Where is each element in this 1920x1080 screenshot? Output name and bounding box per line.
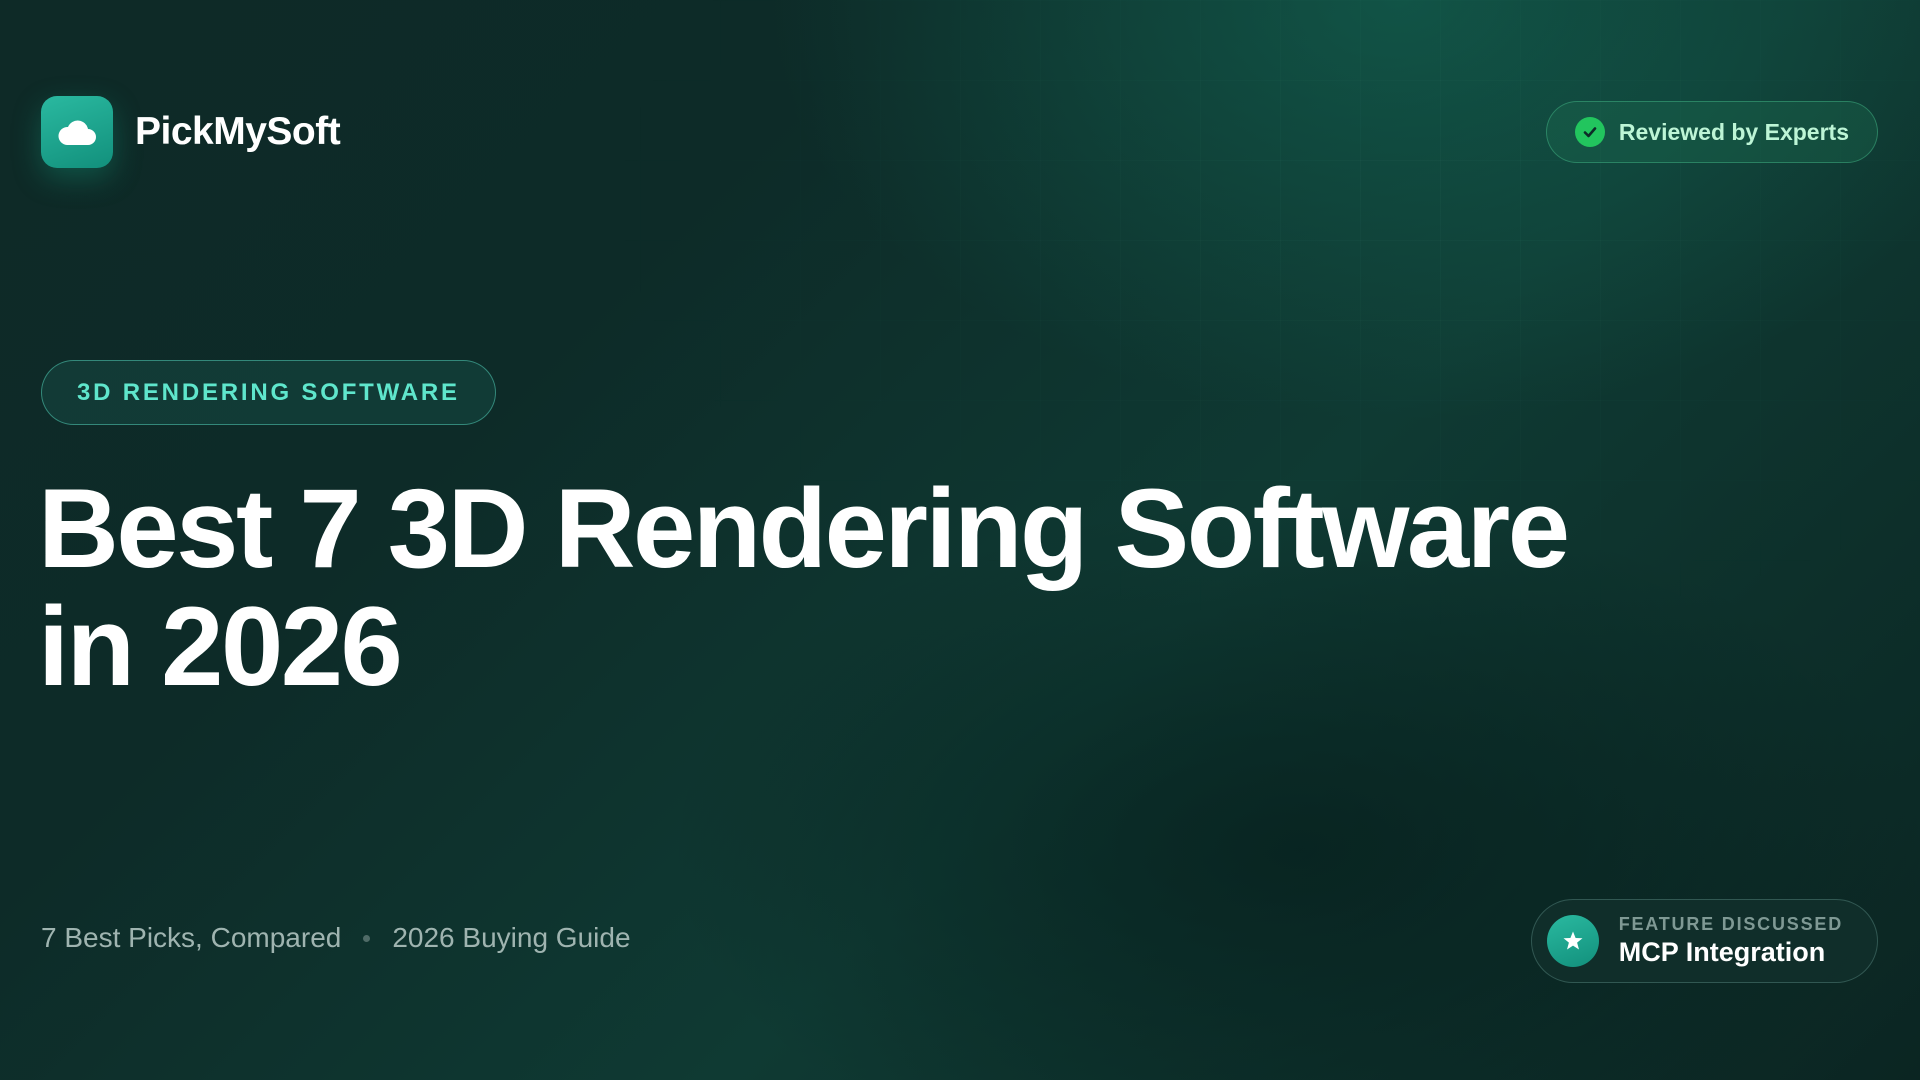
title-line-1: Best 7 3D Rendering Software [38, 466, 1570, 591]
reviewed-label: Reviewed by Experts [1618, 118, 1849, 145]
brand: PickMySoft [41, 96, 341, 168]
meta-line: 7 Best Picks, Compared 2026 Buying Guide [41, 922, 631, 954]
feature-pill: FEATURE DISCUSSED MCP Integration [1530, 899, 1878, 983]
category-label: 3D RENDERING SOFTWARE [77, 378, 460, 406]
meta-item-picks: 7 Best Picks, Compared [41, 922, 342, 953]
reviewed-badge: Reviewed by Experts [1545, 101, 1878, 163]
feature-kicker: FEATURE DISCUSSED [1618, 914, 1843, 934]
category-pill: 3D RENDERING SOFTWARE [41, 360, 496, 425]
cloud-icon [41, 96, 113, 168]
meta-item-guide: 2026 Buying Guide [392, 922, 631, 953]
check-circle-icon [1574, 117, 1605, 147]
page-title: Best 7 3D Rendering Software in 2026 [38, 470, 1738, 706]
separator-dot [363, 934, 371, 942]
feature-value: MCP Integration [1618, 937, 1826, 967]
brand-name: PickMySoft [135, 110, 341, 153]
title-line-2: in 2026 [38, 584, 403, 709]
star-icon [1546, 915, 1599, 967]
